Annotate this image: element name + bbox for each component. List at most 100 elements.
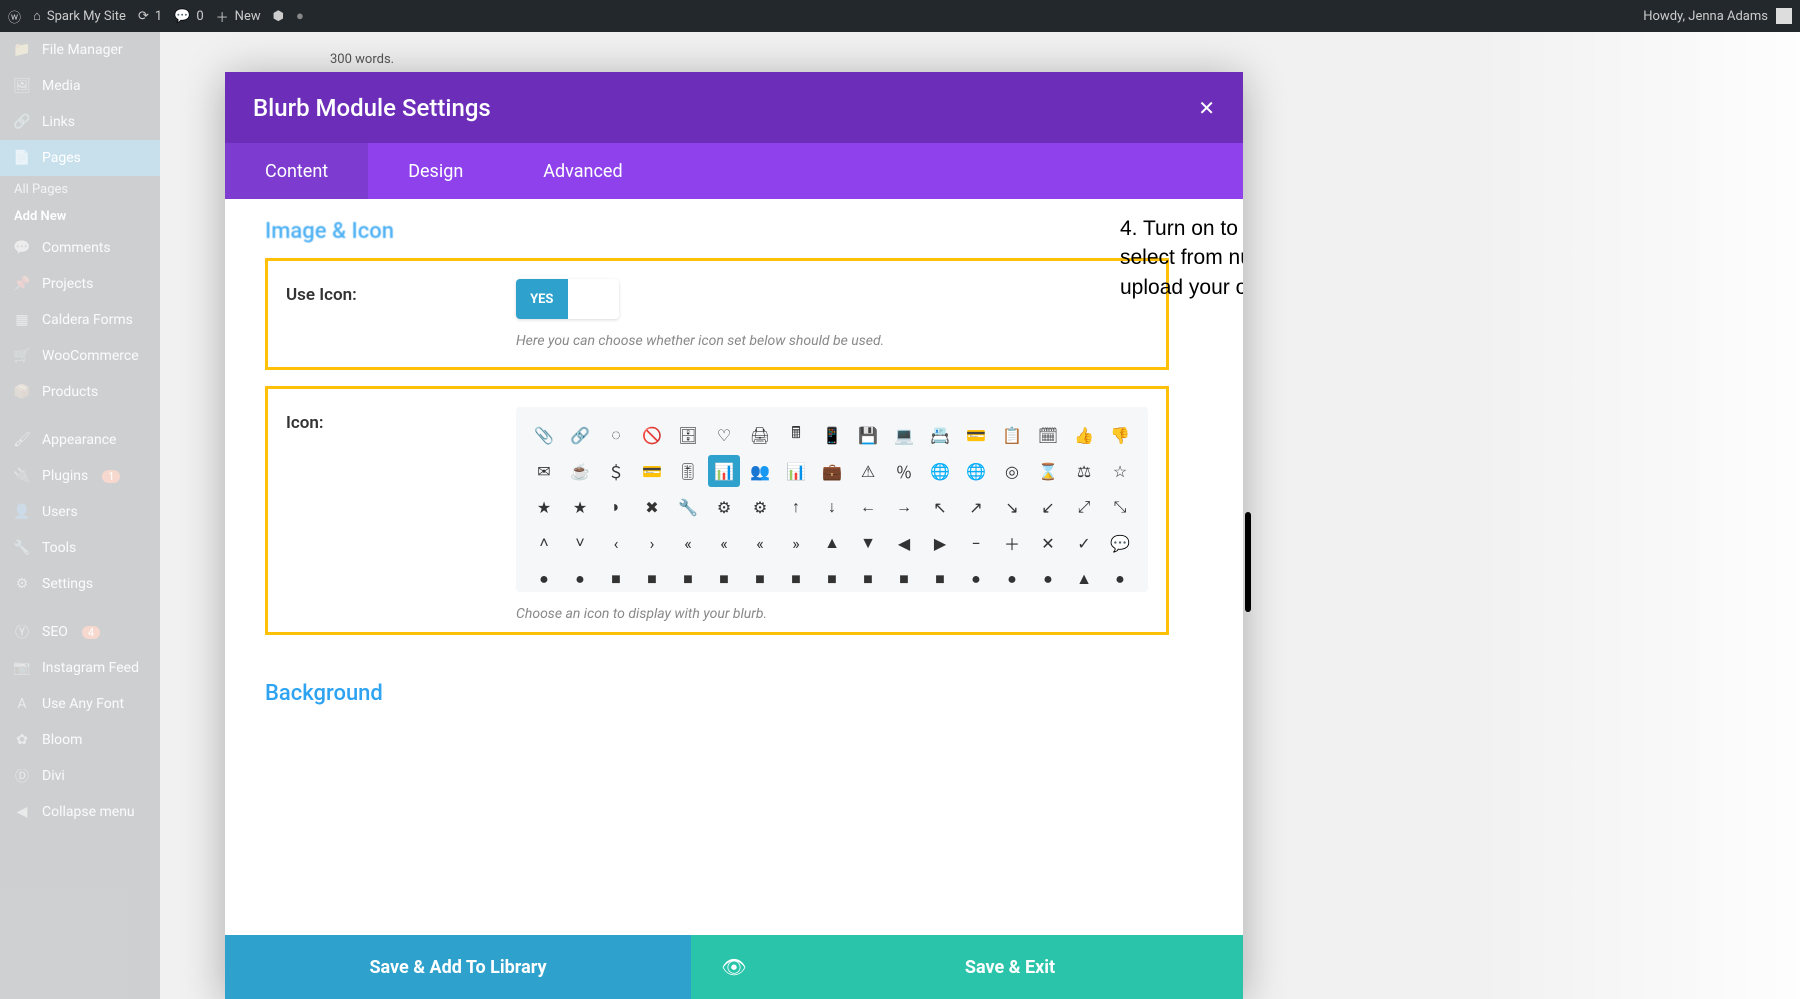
icon-option[interactable]: ⤡ [1104,491,1136,523]
icon-option[interactable]: 📊 [780,455,812,487]
icon-option[interactable]: 🗄 [672,419,704,451]
icon-option[interactable]: ■ [924,563,956,592]
icon-option[interactable]: ★ [528,491,560,523]
icon-option[interactable]: ■ [600,563,632,592]
icon-grid[interactable]: 📎🔗◌🚫🗄♡🖨🖩📱💾💻📇💳📋🗓👍👎✉☕＄💳🎚📊👥📊💼⚠％🌐🌐◎⌛⚖☆★★◗✖🔧⚙… [516,407,1148,592]
icon-option[interactable]: ✉ [528,455,560,487]
icon-option[interactable]: 🔗 [564,419,596,451]
icon-option[interactable]: ⚙ [708,491,740,523]
icon-option[interactable]: ▶ [924,527,956,559]
icon-option[interactable]: ⌛ [1032,455,1064,487]
icon-option[interactable]: ✕ [1032,527,1064,559]
greeting-label[interactable]: Howdy, Jenna Adams [1643,9,1768,24]
icon-option[interactable]: ▲ [1068,563,1100,592]
icon-option[interactable]: ↗ [960,491,992,523]
section-background[interactable]: Background [265,681,1203,706]
icon-option[interactable]: 🔧 [672,491,704,523]
icon-option[interactable]: ■ [888,563,920,592]
icon-option[interactable]: 💬 [1104,527,1136,559]
scrollbar-indicator[interactable] [1245,512,1251,612]
icon-option[interactable]: ♡ [708,419,740,451]
icon-option[interactable]: ● [960,563,992,592]
icon-option[interactable]: 🚫 [636,419,668,451]
icon-option[interactable]: 👎 [1104,419,1136,451]
wp-logo-icon[interactable]: ⓦ [8,7,21,26]
icon-option[interactable]: ■ [744,563,776,592]
icon-option[interactable]: ☆ [1104,455,1136,487]
icon-option[interactable]: ◎ [996,455,1028,487]
icon-option[interactable]: ＋ [996,527,1028,559]
icon-option[interactable]: 📇 [924,419,956,451]
icon-option[interactable]: 📊 [708,455,740,487]
tab-advanced[interactable]: Advanced [503,143,662,199]
tab-design[interactable]: Design [368,143,503,199]
icon-option[interactable]: ‹ [600,527,632,559]
icon-option[interactable]: ％ [888,455,920,487]
icon-option[interactable]: 💳 [636,455,668,487]
icon-option[interactable]: 🌐 [960,455,992,487]
icon-option[interactable]: ← [852,491,884,523]
icon-option[interactable]: 💻 [888,419,920,451]
icon-option[interactable]: 📱 [816,419,848,451]
icon-option[interactable]: « [672,527,704,559]
icon-option[interactable]: ■ [816,563,848,592]
icon-option[interactable]: ＄ [600,455,632,487]
icon-option[interactable]: ↙ [1032,491,1064,523]
icon-option[interactable]: ■ [708,563,740,592]
icon-option[interactable]: → [888,491,920,523]
icon-option[interactable]: 🗓 [1032,419,1064,451]
icon-option[interactable]: ☕ [564,455,596,487]
icon-option[interactable]: ⚠ [852,455,884,487]
icon-option[interactable]: 💼 [816,455,848,487]
use-icon-toggle[interactable]: YES [516,279,619,319]
icon-option[interactable]: ⤢ [1068,491,1100,523]
icon-option[interactable]: ● [1104,563,1136,592]
icon-option[interactable]: « [744,527,776,559]
icon-option[interactable]: ˅ [564,527,596,559]
icon-option[interactable]: ◗ [600,491,632,523]
icon-option[interactable]: ↘ [996,491,1028,523]
icon-option[interactable]: ■ [672,563,704,592]
icon-option[interactable]: ■ [852,563,884,592]
status-dot-icon[interactable]: ● [296,8,304,24]
tab-content[interactable]: Content [225,143,368,199]
icon-option[interactable]: ◀ [888,527,920,559]
icon-option[interactable]: ● [528,563,560,592]
icon-option[interactable]: ✓ [1068,527,1100,559]
icon-option[interactable]: « [708,527,740,559]
icon-option[interactable]: ✖ [636,491,668,523]
icon-option[interactable]: 🖨 [744,419,776,451]
icon-option[interactable]: ⚖ [1068,455,1100,487]
icon-option[interactable]: ■ [780,563,812,592]
icon-option[interactable]: 👥 [744,455,776,487]
icon-option[interactable]: 🎚 [672,455,704,487]
icon-option[interactable]: ◌ [600,419,632,451]
close-button[interactable]: ✕ [1198,96,1215,120]
icon-option[interactable]: » [780,527,812,559]
icon-option[interactable]: ★ [564,491,596,523]
preview-button[interactable]: 👁 [691,935,777,999]
site-name-link[interactable]: ⌂ Spark My Site [33,8,126,24]
icon-option[interactable]: ↑ [780,491,812,523]
icon-option[interactable]: ▼ [852,527,884,559]
save-add-library-button[interactable]: Save & Add To Library [225,935,691,999]
icon-option[interactable]: ⚙ [744,491,776,523]
yoast-icon[interactable]: ⬢ [273,9,284,24]
icon-option[interactable]: 💾 [852,419,884,451]
icon-option[interactable]: 💳 [960,419,992,451]
icon-option[interactable]: ● [996,563,1028,592]
icon-option[interactable]: 📋 [996,419,1028,451]
icon-option[interactable]: › [636,527,668,559]
icon-option[interactable]: ● [1032,563,1064,592]
icon-option[interactable]: ˄ [528,527,560,559]
icon-option[interactable]: ▲ [816,527,848,559]
icon-option[interactable]: 📎 [528,419,560,451]
icon-option[interactable]: 🌐 [924,455,956,487]
icon-option[interactable]: 👍 [1068,419,1100,451]
icon-option[interactable]: 🖩 [780,419,812,451]
icon-option[interactable]: ■ [636,563,668,592]
icon-option[interactable]: − [960,527,992,559]
save-exit-button[interactable]: Save & Exit [777,935,1243,999]
icon-option[interactable]: ↖ [924,491,956,523]
comments-link[interactable]: 💬 0 [174,9,204,24]
